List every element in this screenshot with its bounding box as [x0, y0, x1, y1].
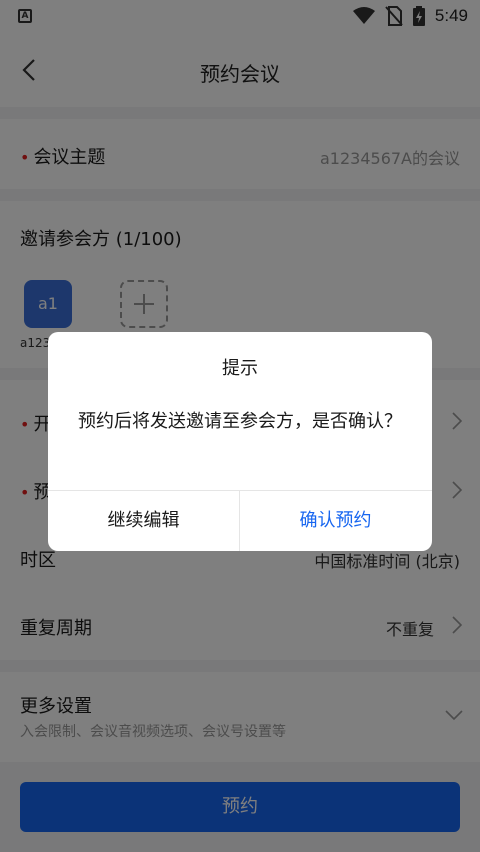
- dialog-message: 预约后将发送邀请至参会方，是否确认？: [78, 411, 402, 432]
- confirm-schedule-button[interactable]: 确认预约: [240, 491, 431, 551]
- confirm-dialog: 提示 预约后将发送邀请至参会方，是否确认？ 继续编辑 确认预约: [48, 332, 432, 551]
- continue-editing-button[interactable]: 继续编辑: [48, 491, 239, 551]
- dialog-title: 提示: [222, 358, 258, 379]
